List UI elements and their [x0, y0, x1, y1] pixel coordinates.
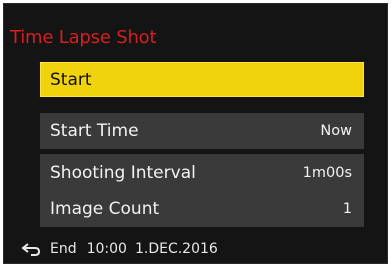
return-arrow-icon[interactable] [20, 241, 42, 257]
menu-item-value: Now [320, 123, 352, 139]
menu-title: Time Lapse Shot [10, 27, 157, 48]
menu-item-image-count[interactable]: Image Count 1 [40, 190, 364, 227]
menu-item-value: 1 [342, 200, 352, 217]
menu-item-label: Shooting Interval [50, 162, 196, 183]
menu-item-value: 1m00s [302, 164, 352, 181]
menu-item-start-time[interactable]: Start Time Now [40, 113, 364, 149]
menu-item-label: Image Count [50, 198, 160, 219]
end-label: End [50, 241, 77, 257]
start-label: Start [50, 69, 92, 90]
clock-time: 10:00 [86, 241, 127, 257]
camera-menu-screen: Time Lapse Shot Start Start Time Now Sho… [3, 3, 388, 264]
status-bar: End 10:00 1.DEC.2016 [20, 238, 218, 260]
menu-item-shooting-interval[interactable]: Shooting Interval 1m00s [40, 154, 364, 191]
clock-date: 1.DEC.2016 [134, 241, 218, 257]
start-button[interactable]: Start [40, 62, 364, 97]
menu-item-label: Start Time [50, 121, 139, 141]
